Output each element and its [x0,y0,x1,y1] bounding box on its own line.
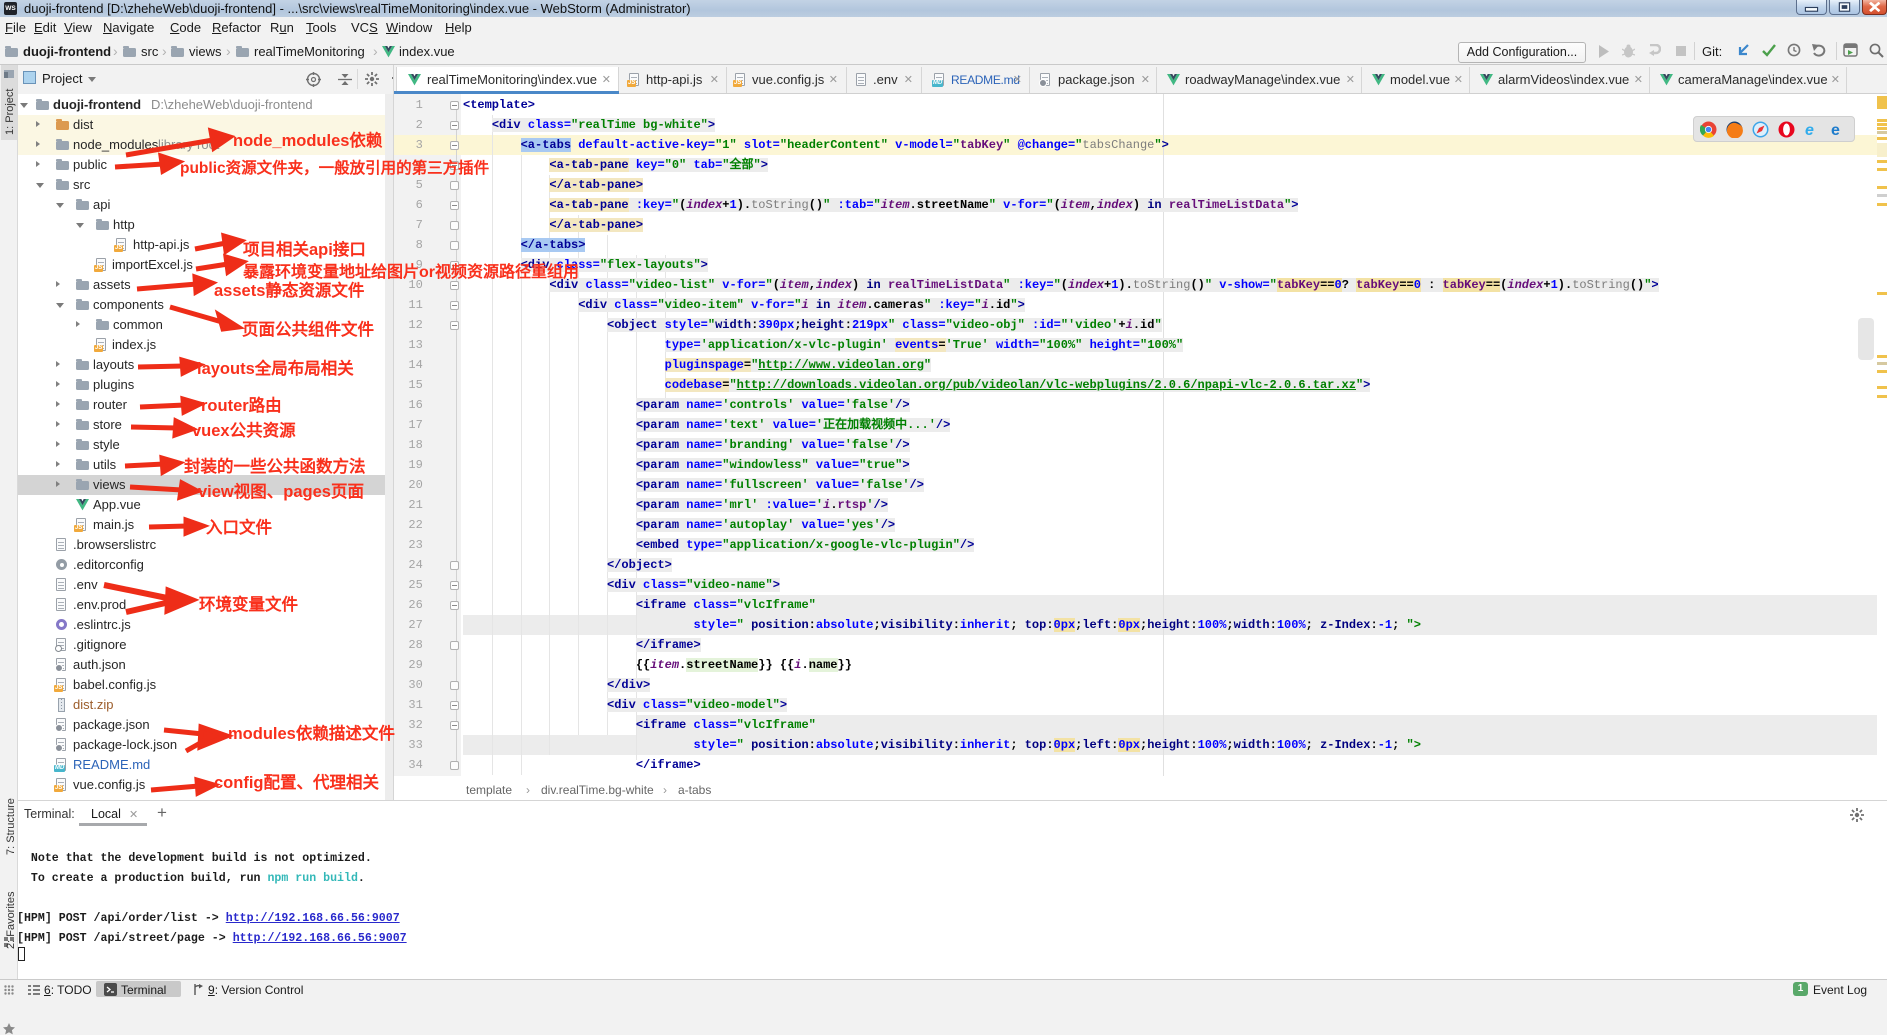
svg-text:e: e [1831,122,1840,138]
svg-text:e: e [1805,122,1814,138]
